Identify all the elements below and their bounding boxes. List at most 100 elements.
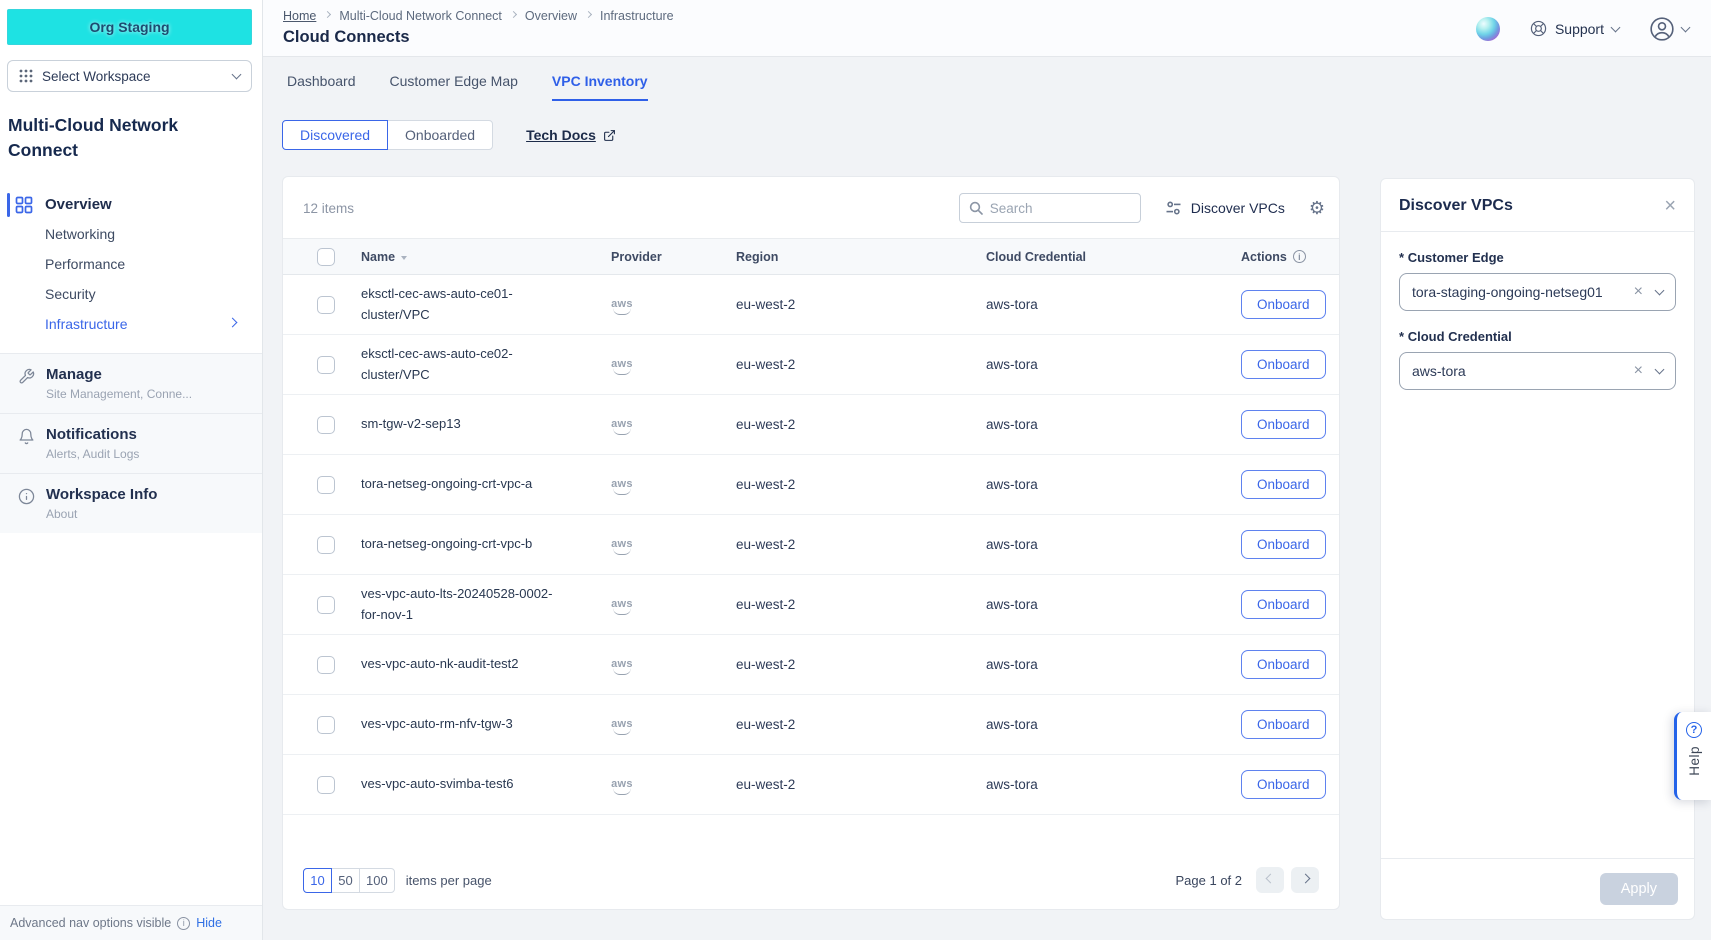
row-checkbox[interactable] bbox=[317, 416, 335, 434]
chevron-down-icon bbox=[1681, 22, 1691, 32]
discover-vpcs-button[interactable]: Discover VPCs bbox=[1165, 200, 1285, 216]
previous-page-button[interactable] bbox=[1256, 867, 1284, 893]
onboard-button[interactable]: Onboard bbox=[1241, 410, 1326, 439]
sidebar-item-manage[interactable]: Manage Site Management, Conne... bbox=[0, 353, 262, 413]
breadcrumb-item[interactable]: Multi-Cloud Network Connect bbox=[339, 9, 502, 23]
help-tab[interactable]: ? Help bbox=[1674, 712, 1711, 800]
sidebar-item-security[interactable]: Security bbox=[0, 279, 262, 309]
row-checkbox[interactable] bbox=[317, 716, 335, 734]
chevron-right-icon bbox=[585, 11, 592, 18]
page-size-10[interactable]: 10 bbox=[303, 868, 332, 893]
sidebar-item-networking[interactable]: Networking bbox=[0, 219, 262, 249]
row-checkbox[interactable] bbox=[317, 656, 335, 674]
aws-provider-icon: aws bbox=[611, 779, 633, 795]
onboard-button[interactable]: Onboard bbox=[1241, 470, 1326, 499]
chevron-right-icon bbox=[510, 11, 517, 18]
sidebar-item-label: Infrastructure bbox=[45, 316, 127, 332]
account-menu[interactable] bbox=[1649, 16, 1689, 42]
breadcrumb-item[interactable]: Infrastructure bbox=[600, 9, 674, 23]
row-checkbox[interactable] bbox=[317, 476, 335, 494]
close-icon[interactable]: × bbox=[1664, 196, 1676, 216]
advanced-nav-status: Advanced nav options visible bbox=[10, 916, 171, 930]
tab-customer-edge-map[interactable]: Customer Edge Map bbox=[390, 73, 518, 101]
tech-docs-link[interactable]: Tech Docs bbox=[526, 127, 616, 143]
sidebar-item-notifications[interactable]: Notifications Alerts, Audit Logs bbox=[0, 413, 262, 473]
row-checkbox[interactable] bbox=[317, 536, 335, 554]
breadcrumb-home[interactable]: Home bbox=[283, 9, 316, 23]
sidebar-item-performance[interactable]: Performance bbox=[0, 249, 262, 279]
credential-value: aws-tora bbox=[986, 357, 1241, 372]
breadcrumb: Home Multi-Cloud Network Connect Overvie… bbox=[283, 9, 674, 23]
tab-dashboard[interactable]: Dashboard bbox=[287, 73, 356, 101]
vpc-name: tora-netseg-ongoing-crt-vpc-b bbox=[361, 534, 532, 554]
sidebar-section-description: About bbox=[46, 507, 157, 521]
onboard-button[interactable]: Onboard bbox=[1241, 530, 1326, 559]
sidebar-item-infrastructure[interactable]: Infrastructure bbox=[0, 309, 262, 339]
column-header-provider: Provider bbox=[611, 250, 736, 264]
aws-provider-icon: aws bbox=[611, 479, 633, 495]
page-size-control: 10 50 100 bbox=[303, 868, 395, 893]
onboard-button[interactable]: Onboard bbox=[1241, 350, 1326, 379]
row-checkbox[interactable] bbox=[317, 776, 335, 794]
region-value: eu-west-2 bbox=[736, 717, 986, 732]
overview-grid-icon bbox=[15, 196, 33, 214]
grid-apps-icon bbox=[19, 69, 33, 83]
vpc-name: ves-vpc-auto-rm-nfv-tgw-3 bbox=[361, 714, 513, 734]
table-row: tora-netseg-ongoing-crt-vpc-a aws eu-wes… bbox=[283, 455, 1339, 515]
region-value: eu-west-2 bbox=[736, 597, 986, 612]
sliders-icon bbox=[1165, 200, 1182, 216]
info-icon: i bbox=[177, 917, 190, 930]
search-input[interactable] bbox=[990, 201, 1131, 216]
segment-discovered[interactable]: Discovered bbox=[282, 120, 388, 150]
content-area: Dashboard Customer Edge Map VPC Inventor… bbox=[263, 57, 1711, 940]
org-staging-button[interactable]: Org Staging bbox=[7, 9, 252, 45]
clear-icon[interactable]: × bbox=[1634, 284, 1643, 300]
sidebar-item-workspace-info[interactable]: Workspace Info About bbox=[0, 473, 262, 533]
next-page-button[interactable] bbox=[1291, 867, 1319, 893]
row-checkbox[interactable] bbox=[317, 596, 335, 614]
customer-edge-select[interactable]: tora-staging-ongoing-netseg01 × bbox=[1399, 273, 1676, 311]
onboard-button[interactable]: Onboard bbox=[1241, 590, 1326, 619]
clear-icon[interactable]: × bbox=[1634, 363, 1643, 379]
required-asterisk: * bbox=[1399, 329, 1404, 344]
onboard-button[interactable]: Onboard bbox=[1241, 650, 1326, 679]
info-icon[interactable]: i bbox=[1293, 250, 1306, 263]
breadcrumb-item[interactable]: Overview bbox=[525, 9, 577, 23]
table-row: ves-vpc-auto-nk-audit-test2 aws eu-west-… bbox=[283, 635, 1339, 695]
onboard-button[interactable]: Onboard bbox=[1241, 770, 1326, 799]
apply-button[interactable]: Apply bbox=[1600, 873, 1678, 905]
onboard-button[interactable]: Onboard bbox=[1241, 290, 1326, 319]
page-size-50[interactable]: 50 bbox=[331, 868, 360, 893]
support-label: Support bbox=[1555, 21, 1604, 37]
row-checkbox[interactable] bbox=[317, 296, 335, 314]
onboard-button[interactable]: Onboard bbox=[1241, 710, 1326, 739]
vpc-name: sm-tgw-v2-sep13 bbox=[361, 414, 461, 434]
vpc-name: eksctl-cec-aws-auto-ce01-cluster/VPC bbox=[361, 284, 561, 324]
hide-link[interactable]: Hide bbox=[196, 916, 222, 930]
sidebar-item-label: Performance bbox=[45, 256, 125, 272]
assistant-orb-avatar[interactable] bbox=[1476, 17, 1500, 41]
aws-provider-icon: aws bbox=[611, 539, 633, 555]
segment-onboarded[interactable]: Onboarded bbox=[387, 120, 493, 150]
customer-edge-value: tora-staging-ongoing-netseg01 bbox=[1412, 284, 1634, 300]
aws-provider-icon: aws bbox=[611, 299, 633, 315]
pagination-bar: 10 50 100 items per page Page 1 of 2 bbox=[283, 867, 1339, 909]
gear-icon[interactable]: ⚙ bbox=[1309, 199, 1325, 217]
table-body: eksctl-cec-aws-auto-ce01-cluster/VPC aws… bbox=[283, 275, 1339, 815]
side-panel-column: Discover VPCs × * Customer Edge tora-sta… bbox=[1380, 57, 1695, 940]
support-menu[interactable]: Support bbox=[1530, 20, 1619, 37]
page-size-100[interactable]: 100 bbox=[359, 868, 395, 893]
discover-vpcs-panel: Discover VPCs × * Customer Edge tora-sta… bbox=[1380, 178, 1695, 920]
discover-vpcs-label: Discover VPCs bbox=[1191, 200, 1285, 216]
sidebar-item-overview[interactable]: Overview bbox=[0, 191, 262, 219]
sort-toggle[interactable] bbox=[401, 254, 407, 260]
row-checkbox[interactable] bbox=[317, 356, 335, 374]
credential-value: aws-tora bbox=[986, 477, 1241, 492]
tab-vpc-inventory[interactable]: VPC Inventory bbox=[552, 73, 648, 101]
column-header-actions: Actions bbox=[1241, 250, 1287, 264]
cloud-credential-select[interactable]: aws-tora × bbox=[1399, 352, 1676, 390]
workspace-selector[interactable]: Select Workspace bbox=[7, 60, 252, 92]
select-all-checkbox[interactable] bbox=[317, 248, 335, 266]
items-count: 12 items bbox=[303, 201, 354, 216]
column-header-region: Region bbox=[736, 250, 986, 264]
